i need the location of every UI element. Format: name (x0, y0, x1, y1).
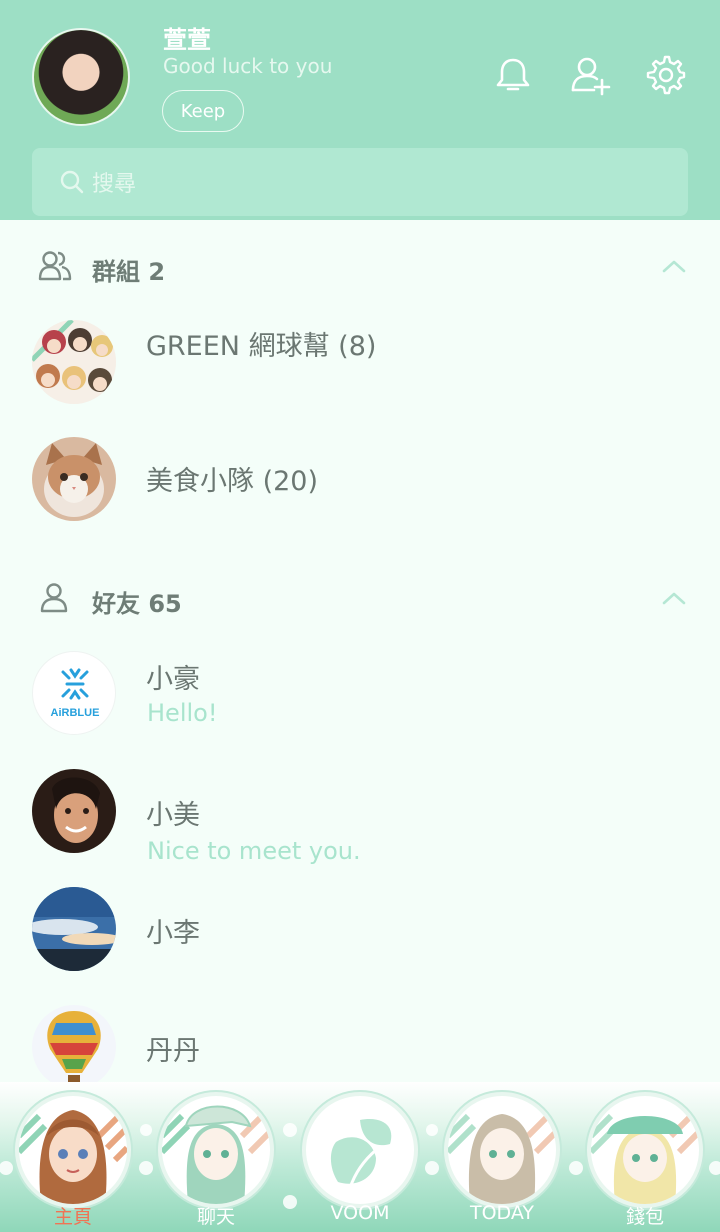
friend-name: 丹丹 (146, 1036, 200, 1067)
wallet-tab-icon (587, 1092, 703, 1208)
profile-name[interactable]: 萱萱 (163, 20, 211, 55)
chat-tab-icon (158, 1092, 274, 1208)
friend-name: 小美 (146, 800, 200, 831)
friend-avatar: AiRBLUE (32, 651, 116, 735)
friend-avatar (32, 887, 116, 971)
group-avatar (32, 437, 116, 521)
chevron-up-icon[interactable] (662, 590, 686, 606)
profile-header: 萱萱 Good luck to you Keep 搜尋 (0, 0, 720, 220)
friend-name: 小豪 (146, 664, 200, 695)
nav-label-wallet: 錢包 (625, 1206, 664, 1228)
group-avatar (32, 320, 116, 404)
bell-icon[interactable] (492, 54, 534, 96)
friends-section-title: 好友 65 (92, 590, 182, 618)
groups-section-header[interactable]: 群組 2 (0, 236, 720, 296)
gear-icon[interactable] (644, 54, 686, 96)
friends-section-header[interactable]: 好友 65 (0, 568, 720, 628)
group-row[interactable]: 美食小隊 (20) (0, 437, 720, 537)
nav-label-chat: 聊天 (196, 1206, 235, 1228)
search-icon (60, 170, 84, 194)
nav-label-today: TODAY (470, 1202, 534, 1224)
nav-tab-wallet[interactable]: 錢包 (583, 1088, 707, 1232)
group-name: 美食小隊 (20) (146, 466, 319, 497)
search-placeholder: 搜尋 (92, 172, 137, 197)
friend-status-message: Hello! (147, 699, 218, 727)
group-row[interactable]: GREEN 網球幫 (8) (0, 320, 720, 420)
friend-avatar (32, 1005, 116, 1089)
profile-status-message[interactable]: Good luck to you (163, 54, 332, 78)
friend-icon (40, 583, 68, 613)
nav-label-voom: VOOM (330, 1202, 390, 1224)
chevron-up-icon[interactable] (662, 258, 686, 274)
group-icon (38, 251, 72, 281)
nav-tab-chat[interactable]: 聊天 (154, 1088, 278, 1232)
home-tab-icon (15, 1092, 131, 1208)
today-tab-icon (444, 1092, 560, 1208)
group-name: GREEN 網球幫 (8) (146, 331, 377, 362)
friend-avatar (32, 769, 116, 853)
nav-tab-today[interactable]: TODAY (440, 1088, 564, 1232)
groups-section-title: 群組 2 (92, 258, 166, 286)
keep-button[interactable]: Keep (162, 90, 244, 132)
nav-tab-home[interactable]: 主頁 (11, 1088, 135, 1232)
add-friend-icon[interactable] (570, 54, 612, 96)
search-input[interactable]: 搜尋 (32, 148, 688, 216)
friend-status-message: Nice to meet you. (147, 837, 361, 865)
nav-tab-voom[interactable]: VOOM (298, 1088, 422, 1232)
airblue-logo: AiRBLUE (51, 668, 100, 719)
friend-row[interactable]: 小美 Nice to meet you. (0, 769, 720, 869)
profile-avatar[interactable] (32, 28, 130, 126)
friend-name: 小李 (146, 918, 200, 949)
friend-row[interactable]: AiRBLUE 小豪 Hello! (0, 651, 720, 751)
voom-tab-icon (302, 1092, 418, 1208)
svg-text:AiRBLUE: AiRBLUE (51, 707, 100, 719)
nav-label-home: 主頁 (53, 1206, 92, 1228)
friend-row[interactable]: 小李 (0, 887, 720, 987)
